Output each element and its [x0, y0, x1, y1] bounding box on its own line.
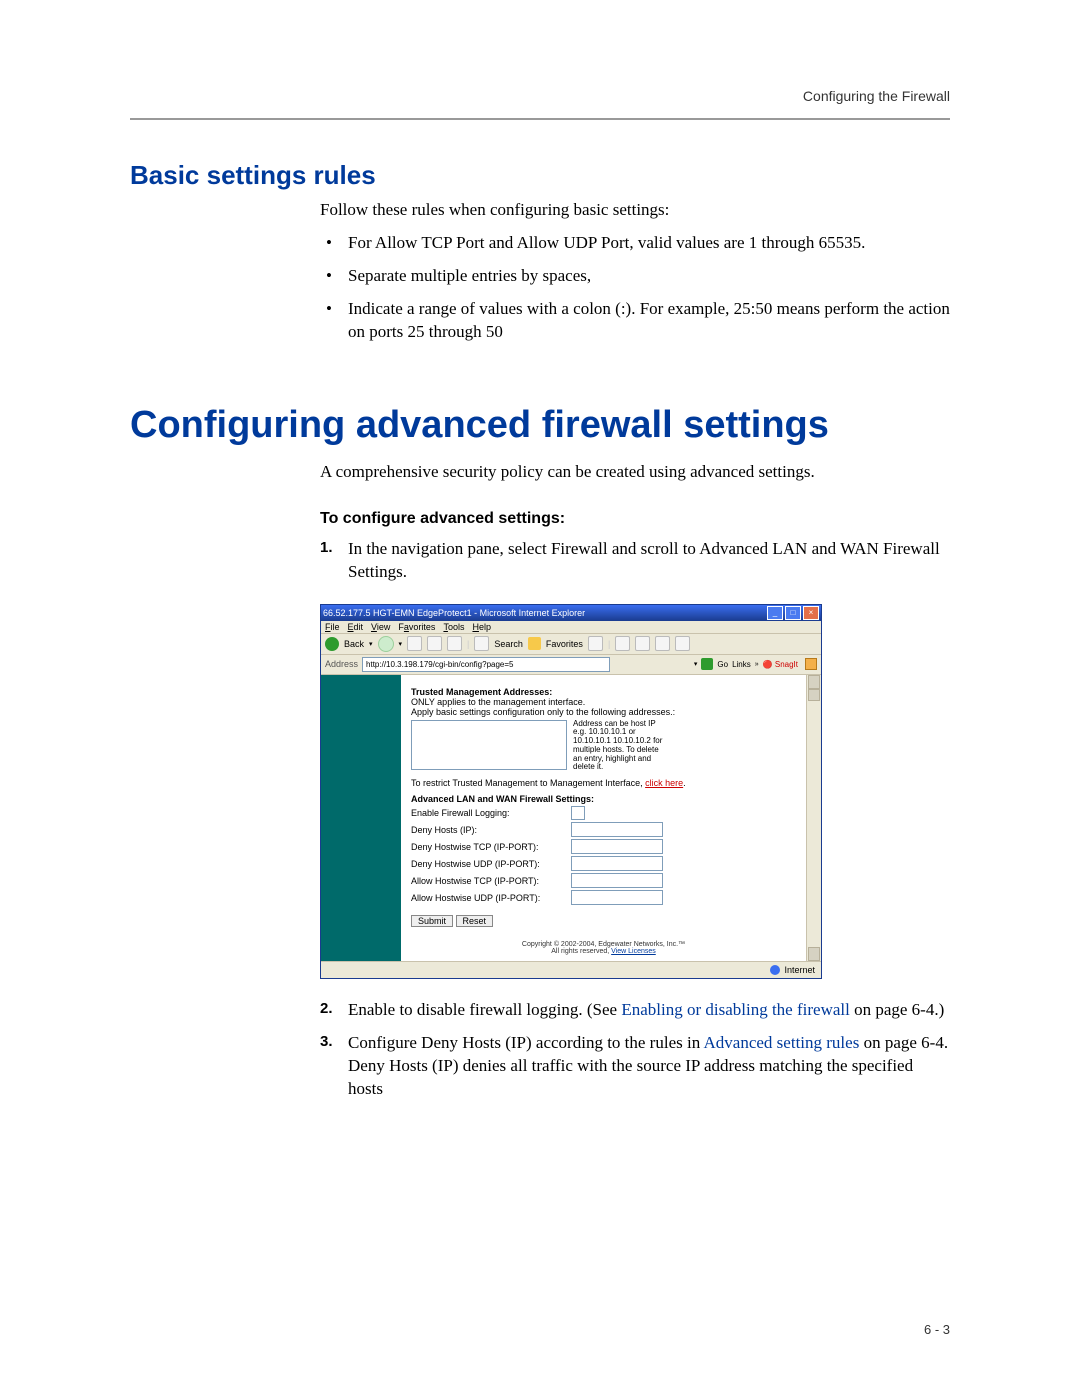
ie-menubar: FFileile Edit View Favorites Tools Help — [321, 621, 821, 634]
address-input[interactable]: http://10.3.198.179/cgi-bin/config?page=… — [362, 657, 610, 672]
heading-configuring-advanced-firewall: Configuring advanced firewall settings — [130, 404, 950, 447]
link-advanced-setting-rules[interactable]: Advanced setting rules — [704, 1033, 860, 1052]
ie-scrollbar[interactable] — [806, 675, 821, 962]
advanced-steps: In the navigation pane, select Firewall … — [320, 538, 950, 584]
deny-tcp-label: Deny Hostwise TCP (IP-PORT): — [411, 842, 571, 852]
trusted-addresses-textarea[interactable] — [411, 720, 567, 770]
print-icon[interactable] — [635, 636, 650, 651]
deny-udp-label: Deny Hostwise UDP (IP-PORT): — [411, 859, 571, 869]
advanced-lead: A comprehensive security policy can be c… — [320, 461, 950, 484]
stop-icon[interactable] — [407, 636, 422, 651]
close-button[interactable]: × — [803, 606, 819, 620]
ie-statusbar: Internet — [321, 961, 821, 978]
internet-zone-icon — [770, 965, 780, 975]
copyright: Copyright © 2002-2004, Edgewater Network… — [411, 941, 796, 955]
ie-addressbar: Address http://10.3.198.179/cgi-bin/conf… — [321, 655, 821, 675]
ie-sidebar — [321, 675, 401, 962]
heading-to-configure-advanced: To configure advanced settings: — [320, 510, 950, 528]
trusted-mgmt-title: Trusted Management Addresses: — [411, 687, 796, 697]
basic-rule-item: Indicate a range of values with a colon … — [320, 298, 950, 344]
heading-basic-settings-rules: Basic settings rules — [130, 160, 950, 191]
menu-tools[interactable]: Tools — [443, 622, 464, 632]
menu-file[interactable]: FFileile — [325, 622, 340, 632]
minimize-button[interactable]: _ — [767, 606, 783, 620]
allow-udp-input[interactable] — [571, 890, 663, 905]
deny-hosts-input[interactable] — [571, 822, 663, 837]
ie-toolbar: Back ▾ ▾ | Search Favorites | — [321, 634, 821, 655]
search-label[interactable]: Search — [494, 639, 523, 649]
favorites-icon[interactable] — [528, 637, 541, 650]
home-icon[interactable] — [447, 636, 462, 651]
basic-rule-item: Separate multiple entries by spaces, — [320, 265, 950, 288]
step-3: Configure Deny Hosts (IP) according to t… — [320, 1032, 950, 1101]
enable-logging-label: Enable Firewall Logging: — [411, 808, 571, 818]
menu-help[interactable]: Help — [472, 622, 491, 632]
basic-rules-list: For Allow TCP Port and Allow UDP Port, v… — [320, 232, 950, 344]
step-2: Enable to disable firewall logging. (See… — [320, 999, 950, 1022]
menu-view[interactable]: View — [371, 622, 390, 632]
go-label[interactable]: Go — [717, 660, 728, 669]
refresh-icon[interactable] — [427, 636, 442, 651]
go-icon[interactable] — [701, 658, 713, 670]
advanced-steps-cont: Enable to disable firewall logging. (See… — [320, 999, 950, 1101]
view-licenses-link[interactable]: View Licenses — [611, 948, 656, 955]
search-icon[interactable] — [474, 636, 489, 651]
ie-window-title: 66.52.177.5 HGT-EMN EdgeProtect1 - Micro… — [323, 608, 585, 618]
menu-edit[interactable]: Edit — [348, 622, 364, 632]
ie-main-pane: Trusted Management Addresses: ONLY appli… — [401, 675, 806, 962]
back-label[interactable]: Back — [344, 639, 364, 649]
deny-udp-input[interactable] — [571, 856, 663, 871]
edit-icon[interactable] — [655, 636, 670, 651]
ie-screenshot: 66.52.177.5 HGT-EMN EdgeProtect1 - Micro… — [320, 604, 822, 980]
allow-tcp-input[interactable] — [571, 873, 663, 888]
basic-rule-item: For Allow TCP Port and Allow UDP Port, v… — [320, 232, 950, 255]
allow-udp-label: Allow Hostwise UDP (IP-PORT): — [411, 893, 571, 903]
advanced-settings-title: Advanced LAN and WAN Firewall Settings: — [411, 794, 796, 804]
page-number: 6 - 3 — [924, 1322, 950, 1337]
trusted-hint: Address can be host IP e.g. 10.10.10.1 o… — [573, 720, 663, 773]
deny-tcp-input[interactable] — [571, 839, 663, 854]
forward-icon[interactable] — [378, 636, 394, 652]
reset-button[interactable]: Reset — [456, 915, 494, 927]
messenger-icon[interactable] — [675, 636, 690, 651]
trusted-line2: Apply basic settings configuration only … — [411, 707, 796, 717]
history-icon[interactable] — [588, 636, 603, 651]
favorites-label[interactable]: Favorites — [546, 639, 583, 649]
enable-logging-checkbox[interactable] — [571, 806, 585, 820]
deny-hosts-label: Deny Hosts (IP): — [411, 825, 571, 835]
ie-titlebar: 66.52.177.5 HGT-EMN EdgeProtect1 - Micro… — [321, 605, 821, 621]
header-rule — [130, 118, 950, 120]
restrict-text: To restrict Trusted Management to Manage… — [411, 778, 796, 788]
allow-tcp-label: Allow Hostwise TCP (IP-PORT): — [411, 876, 571, 886]
menu-favorites[interactable]: Favorites — [398, 622, 435, 632]
link-enabling-disabling-firewall[interactable]: Enabling or disabling the firewall — [621, 1000, 850, 1019]
mail-icon[interactable] — [615, 636, 630, 651]
maximize-button[interactable]: □ — [785, 606, 801, 620]
links-label[interactable]: Links — [732, 660, 751, 669]
back-icon[interactable] — [325, 637, 339, 651]
snagit-capture-icon[interactable] — [805, 658, 817, 670]
internet-zone-label: Internet — [784, 965, 815, 975]
basic-lead: Follow these rules when configuring basi… — [320, 199, 950, 222]
address-label: Address — [325, 659, 358, 669]
snagit-label[interactable]: 🔴 SnagIt — [763, 660, 798, 669]
submit-button[interactable]: Submit — [411, 915, 453, 927]
click-here-link[interactable]: click here — [645, 778, 683, 788]
step-1: In the navigation pane, select Firewall … — [320, 538, 950, 584]
running-header: Configuring the Firewall — [803, 88, 950, 104]
trusted-line1: ONLY applies to the management interface… — [411, 697, 796, 707]
